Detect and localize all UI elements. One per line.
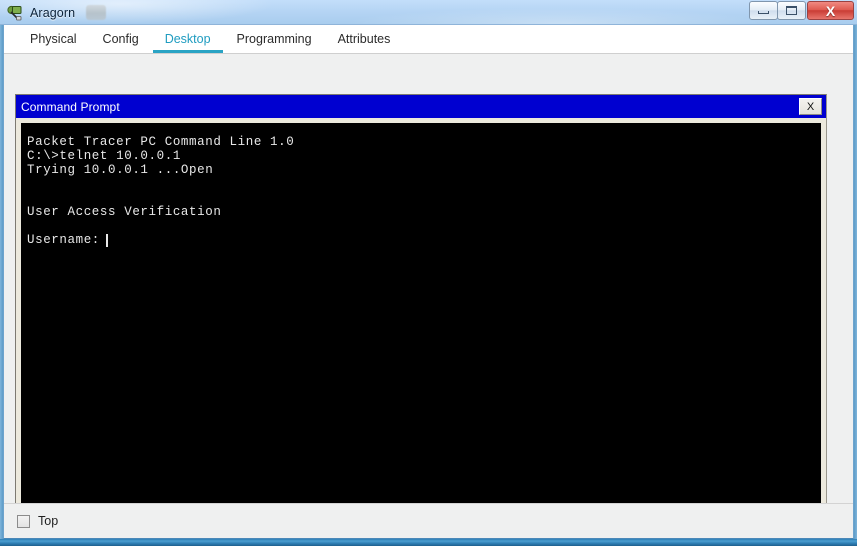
maximize-icon xyxy=(786,6,797,15)
packet-tracer-device-icon xyxy=(7,5,23,21)
client-area: Physical Config Desktop Programming Attr… xyxy=(3,25,854,539)
terminal-line: C:\>telnet 10.0.0.1 xyxy=(27,149,181,163)
terminal-prompt-row: Username: xyxy=(27,233,821,247)
window-titlebar[interactable]: Aragorn xyxy=(0,0,857,25)
tab-physical-label: Physical xyxy=(30,32,77,46)
top-checkbox-label: Top xyxy=(38,514,59,528)
application-window: Aragorn X Physical Config Desktop Progra… xyxy=(0,0,857,546)
command-prompt-close-icon: X xyxy=(806,100,815,113)
command-prompt-window: Command Prompt X Packet Tracer PC Comman… xyxy=(15,94,827,516)
footer-bar: Top xyxy=(4,503,853,538)
close-button[interactable]: X xyxy=(807,1,854,20)
maximize-button[interactable] xyxy=(777,1,806,20)
window-bottom-edge xyxy=(0,539,857,546)
tab-strip: Physical Config Desktop Programming Attr… xyxy=(4,25,853,54)
terminal-screen[interactable]: Packet Tracer PC Command Line 1.0 C:\>te… xyxy=(21,123,821,510)
window-controls: X xyxy=(749,1,854,20)
terminal-line: Trying 10.0.0.1 ...Open xyxy=(27,163,214,177)
tab-config-label: Config xyxy=(102,32,139,46)
tab-physical[interactable]: Physical xyxy=(17,25,90,53)
terminal-username-prompt: Username: xyxy=(27,233,100,247)
close-icon: X xyxy=(825,2,836,19)
minimize-icon xyxy=(758,11,769,14)
terminal-line: Packet Tracer PC Command Line 1.0 xyxy=(27,135,295,149)
terminal-line: User Access Verification xyxy=(27,205,222,219)
command-prompt-title: Command Prompt xyxy=(21,99,120,114)
tab-attributes-label: Attributes xyxy=(337,32,391,46)
tab-attributes[interactable]: Attributes xyxy=(325,25,404,53)
tab-config[interactable]: Config xyxy=(90,25,152,53)
tab-programming[interactable]: Programming xyxy=(224,25,325,53)
top-checkbox[interactable] xyxy=(17,514,30,528)
window-title: Aragorn xyxy=(30,5,76,20)
command-prompt-close-button[interactable]: X xyxy=(799,98,822,115)
faded-overlay-icon xyxy=(86,5,107,20)
tab-desktop[interactable]: Desktop xyxy=(152,25,224,53)
desktop-tab-panel: Command Prompt X Packet Tracer PC Comman… xyxy=(4,54,853,538)
terminal-cursor xyxy=(105,233,108,247)
tab-programming-label: Programming xyxy=(236,32,312,46)
minimize-button[interactable] xyxy=(749,1,778,20)
command-prompt-titlebar[interactable]: Command Prompt xyxy=(16,95,826,118)
tab-desktop-label: Desktop xyxy=(164,32,211,46)
